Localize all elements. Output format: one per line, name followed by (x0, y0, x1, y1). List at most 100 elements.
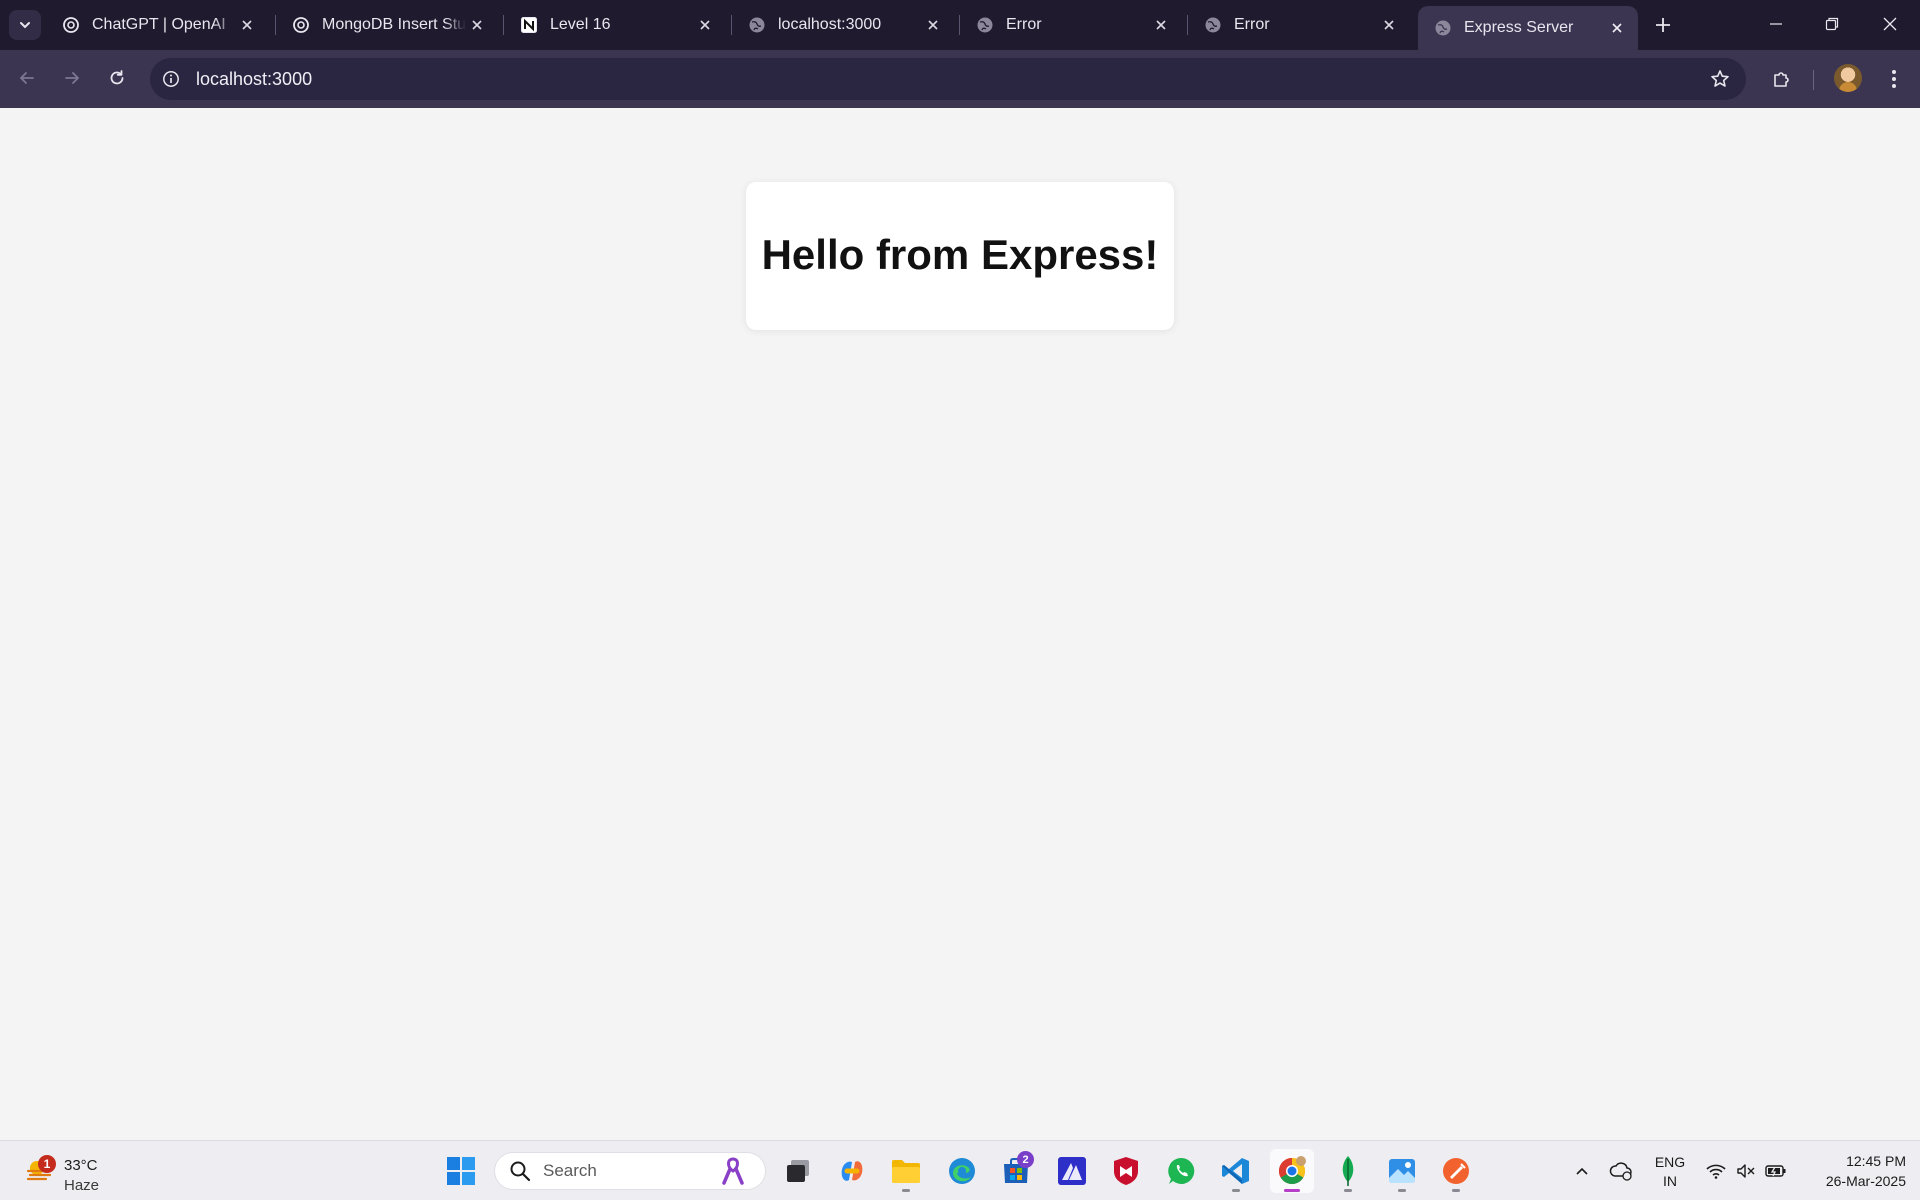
weather-badge: 1 (38, 1155, 56, 1173)
globe-icon (1204, 16, 1222, 34)
taskbar-clock[interactable]: 12:45 PM 26-Mar-2025 (1800, 1151, 1906, 1191)
tab-title: Error (1234, 16, 1270, 33)
cloud-sync-icon (1609, 1162, 1632, 1181)
close-icon[interactable] (1606, 17, 1628, 39)
arrow-right-icon (65, 72, 79, 84)
more-vertical-icon (1892, 70, 1896, 88)
start-button[interactable] (439, 1149, 483, 1193)
photos-icon (1389, 1159, 1415, 1183)
address-url[interactable]: localhost:3000 (196, 69, 312, 90)
minimize-button[interactable] (1748, 0, 1804, 48)
tab-chatgpt[interactable]: ChatGPT | OpenAI (46, 6, 268, 44)
whatsapp-app[interactable] (1160, 1149, 1204, 1193)
close-icon[interactable] (1378, 14, 1400, 36)
onedrive-button[interactable] (1607, 1155, 1635, 1187)
tab-level-16[interactable]: Level 16 (504, 6, 726, 44)
page-heading: Hello from Express! (761, 231, 1159, 278)
close-icon[interactable] (466, 14, 488, 36)
mcafee-shield-icon (1114, 1157, 1138, 1185)
new-tab-button[interactable] (1648, 11, 1678, 39)
chrome-icon (1278, 1156, 1306, 1185)
toolbar-divider (1813, 70, 1814, 90)
close-icon[interactable] (236, 14, 258, 36)
profile-avatar[interactable] (1834, 64, 1862, 92)
tab-error-1[interactable]: Error (960, 6, 1182, 44)
clock-time: 12:45 PM (1846, 1153, 1906, 1169)
bookmark-star-icon[interactable] (1708, 67, 1732, 91)
globe-icon (748, 16, 766, 34)
awareness-ribbon-icon (722, 1157, 744, 1185)
task-view-button[interactable] (776, 1149, 820, 1193)
message-card: Hello from Express! (746, 182, 1174, 330)
battery-status[interactable] (1762, 1155, 1790, 1187)
input-language-indicator[interactable]: ENG IN (1650, 1153, 1690, 1191)
photos-app[interactable] (1380, 1149, 1424, 1193)
close-icon[interactable] (922, 14, 944, 36)
chevron-down-icon (20, 22, 30, 29)
notion-icon (520, 16, 538, 34)
copilot-icon (841, 1161, 863, 1181)
mongodb-leaf-icon (1342, 1156, 1354, 1186)
copilot-app[interactable] (830, 1149, 874, 1193)
forward-button[interactable] (55, 61, 89, 95)
close-icon[interactable] (694, 14, 716, 36)
minimize-icon (1770, 23, 1782, 25)
edge-app[interactable] (940, 1149, 984, 1193)
remote-app[interactable] (1050, 1149, 1094, 1193)
running-indicator (1344, 1189, 1352, 1192)
postman-app[interactable] (1434, 1149, 1478, 1193)
globe-icon (1434, 19, 1452, 37)
tab-search-button[interactable] (9, 10, 41, 40)
reload-icon (110, 70, 124, 85)
arrow-left-icon (20, 72, 34, 84)
tab-express-server[interactable]: Express Server (1418, 6, 1638, 50)
site-info-icon[interactable] (156, 64, 186, 94)
taskbar-search[interactable]: Search (494, 1152, 766, 1190)
browser-menu-button[interactable] (1878, 63, 1910, 95)
reload-button[interactable] (100, 61, 134, 95)
running-indicator (1398, 1189, 1406, 1192)
weather-temperature: 33°C (64, 1157, 98, 1174)
volume-status[interactable] (1732, 1155, 1760, 1187)
running-indicator (1232, 1189, 1240, 1192)
openai-icon (292, 16, 310, 34)
search-placeholder: Search (543, 1161, 597, 1180)
address-bar[interactable]: localhost:3000 (150, 58, 1746, 100)
vscode-icon (1222, 1158, 1249, 1184)
postman-icon (1443, 1158, 1469, 1184)
close-window-button[interactable] (1862, 0, 1918, 48)
file-explorer-app[interactable] (884, 1149, 928, 1193)
restore-button[interactable] (1804, 0, 1860, 48)
running-indicator (1452, 1189, 1460, 1192)
show-hidden-icons-button[interactable] (1568, 1155, 1596, 1187)
chrome-app[interactable] (1270, 1149, 1314, 1193)
browser-toolbar: localhost:3000 (0, 50, 1920, 108)
tab-title: Express Server (1464, 19, 1574, 36)
vscode-app[interactable] (1214, 1149, 1258, 1193)
back-button[interactable] (10, 61, 44, 95)
openai-icon (62, 16, 80, 34)
tab-error-2[interactable]: Error (1188, 6, 1410, 44)
active-window-indicator (1284, 1189, 1300, 1192)
tab-localhost[interactable]: localhost:3000 (732, 6, 954, 44)
weather-widget[interactable]: 1 33°C Haze (22, 1149, 142, 1194)
edge-icon (949, 1158, 975, 1184)
tab-title: ChatGPT | OpenAI (92, 16, 226, 33)
close-icon[interactable] (1150, 14, 1172, 36)
microsoft-store-app[interactable]: 2 (994, 1149, 1038, 1193)
tab-title: Level 16 (550, 16, 611, 33)
taskbar: 1 33°C Haze Search 2 ENG IN 12:45 PM 26-… (0, 1140, 1920, 1200)
wifi-status[interactable] (1702, 1155, 1730, 1187)
folder-icon (892, 1160, 920, 1183)
mongodb-compass-app[interactable] (1326, 1149, 1370, 1193)
tab-title: MongoDB Insert Student Data (322, 16, 466, 33)
chevron-up-icon (1576, 1167, 1588, 1175)
globe-icon (976, 16, 994, 34)
tab-mongodb[interactable]: MongoDB Insert Student Data (276, 6, 498, 44)
plus-icon (1656, 18, 1670, 32)
language-code: ENG (1654, 1154, 1686, 1170)
tab-title: localhost:3000 (778, 16, 882, 33)
page-viewport: Hello from Express! (0, 108, 1920, 1140)
mcafee-app[interactable] (1104, 1149, 1148, 1193)
extensions-button[interactable] (1766, 63, 1798, 95)
